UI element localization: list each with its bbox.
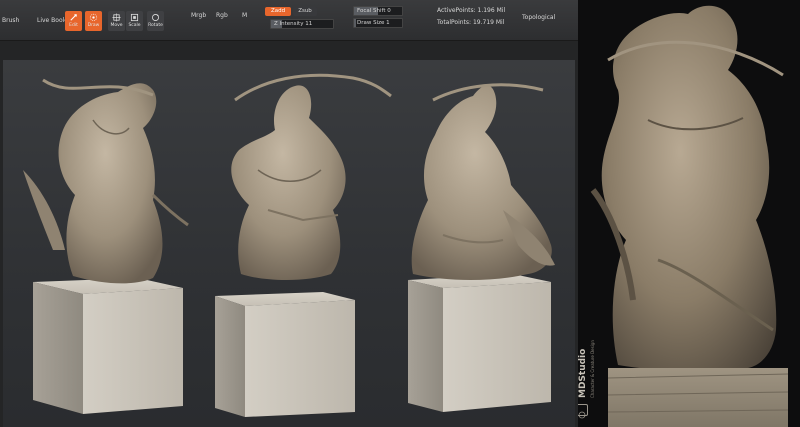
- move-icon: [112, 13, 121, 22]
- draw-size-label: Draw Size 1: [357, 20, 390, 26]
- edit-label: Edit: [69, 23, 78, 28]
- brush-menu[interactable]: Brush: [2, 17, 19, 24]
- move-button[interactable]: Move: [108, 11, 125, 31]
- front-left-view: [23, 78, 189, 414]
- logo-mark-icon: [578, 411, 586, 419]
- rotate-icon: [152, 14, 159, 21]
- canvas-viewport[interactable]: [3, 60, 575, 427]
- scale-label: Scale: [128, 23, 141, 28]
- draw-size-fill: [354, 19, 356, 27]
- rotate-button[interactable]: Rotate: [147, 11, 164, 31]
- m-toggle[interactable]: M: [242, 12, 247, 19]
- edit-icon: [70, 14, 77, 21]
- draw-icon: [89, 13, 98, 22]
- rotate-label: Rotate: [148, 23, 163, 28]
- draw-label: Draw: [87, 23, 100, 28]
- move-label: Move: [110, 23, 123, 28]
- watermark-tagline: Character & Creature Design: [590, 340, 595, 398]
- total-points-readout: TotalPoints: 19.719 Mil: [437, 19, 505, 26]
- z-intensity-label: Z Intensity 11: [274, 21, 313, 27]
- focal-shift-slider[interactable]: Focal Shift 0: [353, 6, 403, 16]
- front-view: [215, 73, 392, 417]
- toolbar: Brush Live Boolean Edit Draw Move Scale …: [0, 0, 578, 41]
- printed-model-photo: MDStudio Character & Creature Design: [578, 0, 800, 427]
- watermark-brand: MDStudio: [578, 348, 588, 398]
- mrgb-toggle[interactable]: Mrgb: [191, 12, 206, 19]
- rgb-toggle[interactable]: Rgb: [216, 12, 228, 19]
- z-intensity-slider[interactable]: Z Intensity 11: [270, 19, 334, 29]
- zadd-button[interactable]: Zadd: [265, 7, 291, 16]
- edit-button[interactable]: Edit: [65, 11, 82, 31]
- scale-button[interactable]: Scale: [126, 11, 143, 31]
- zsub-button[interactable]: Zsub: [293, 7, 317, 16]
- draw-size-slider[interactable]: Draw Size 1: [353, 18, 403, 28]
- active-points-readout: ActivePoints: 1.196 Mil: [437, 7, 506, 14]
- scale-icon: [130, 13, 139, 22]
- viewport-render: [23, 73, 555, 417]
- focal-shift-label: Focal Shift 0: [357, 8, 391, 14]
- topological-toggle[interactable]: Topological: [522, 14, 555, 21]
- draw-button[interactable]: Draw: [85, 11, 102, 31]
- photo-render: [578, 0, 800, 427]
- side-view: [408, 83, 555, 412]
- app-window: Brush Live Boolean Edit Draw Move Scale …: [0, 0, 800, 427]
- zbrush-window: Brush Live Boolean Edit Draw Move Scale …: [0, 0, 578, 427]
- studio-logo-icon: [578, 404, 588, 419]
